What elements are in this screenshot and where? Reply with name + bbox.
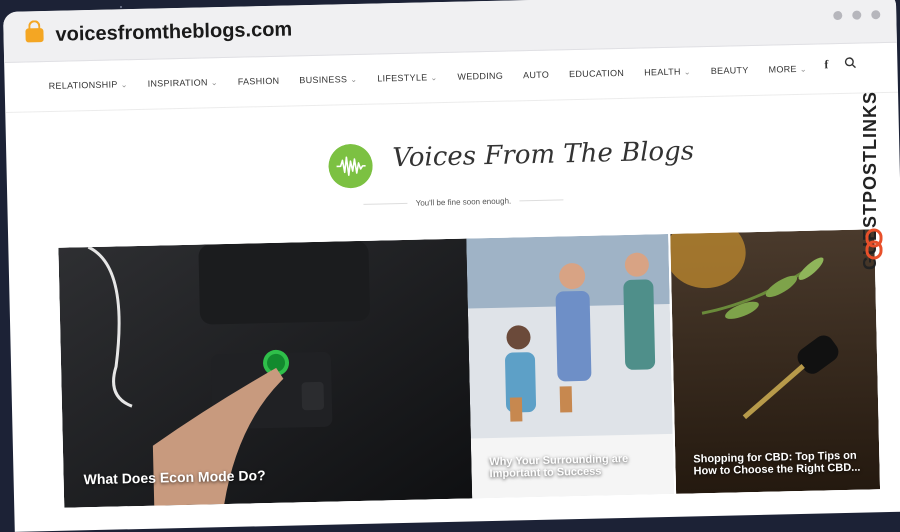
nav-item-relationship[interactable]: RELATIONSHIP ⌄ (49, 79, 128, 91)
car-dashboard-image (58, 238, 475, 508)
post-title[interactable]: Shopping for CBD: Top Tips on How to Cho… (693, 449, 868, 478)
facebook-icon[interactable]: f (824, 57, 828, 72)
browser-window: voicesfromtheblogs.com RELATIONSHIP ⌄ INS… (3, 0, 900, 532)
nav-item-lifestyle[interactable]: LIFESTYLE ⌄ (377, 72, 437, 83)
nav-item-beauty[interactable]: BEAUTY (711, 65, 749, 76)
nav-divider (5, 91, 899, 113)
nav-item-education[interactable]: EDUCATION (569, 68, 624, 79)
nav-item-wedding[interactable]: WEDDING (457, 71, 503, 82)
nav-item-more[interactable]: MORE ⌄ (768, 64, 806, 75)
window-dot[interactable] (852, 10, 862, 20)
nav-item-fashion[interactable]: FASHION (238, 76, 280, 87)
browser-address-bar: voicesfromtheblogs.com (3, 0, 897, 63)
window-dot[interactable] (871, 10, 881, 20)
guestpostlinks-watermark: GUESTPOSTLINKS (860, 40, 888, 270)
nav-item-inspiration[interactable]: INSPIRATION ⌄ (148, 77, 218, 88)
site-tagline: You'll be fine soon enough. (363, 195, 563, 209)
nav-icons: f (824, 57, 856, 73)
post-card-surroundings[interactable]: Why Your Surrounding are Important to Su… (466, 233, 675, 499)
lock-icon (25, 28, 44, 43)
post-card-econ-mode[interactable]: What Does Econ Mode Do? (58, 238, 475, 508)
main-navigation: RELATIONSHIP ⌄ INSPIRATION ⌄ FASHION BUSIN… (49, 64, 807, 91)
site-logo-text[interactable]: Voices From The Blogs (392, 136, 694, 173)
post-card-cbd[interactable]: Shopping for CBD: Top Tips on How to Cho… (670, 229, 881, 494)
search-icon[interactable] (844, 57, 856, 69)
nav-item-auto[interactable]: AUTO (523, 70, 549, 81)
link-icon (865, 228, 883, 260)
nav-item-health[interactable]: HEALTH ⌄ (644, 66, 691, 78)
url-text[interactable]: voicesfromtheblogs.com (55, 18, 292, 46)
window-dot[interactable] (833, 10, 843, 21)
window-controls (833, 10, 881, 21)
post-title[interactable]: Why Your Surrounding are Important to Su… (489, 452, 660, 480)
nav-item-business[interactable]: BUSINESS ⌄ (299, 74, 357, 85)
logo-soundwave-icon[interactable] (328, 143, 374, 189)
